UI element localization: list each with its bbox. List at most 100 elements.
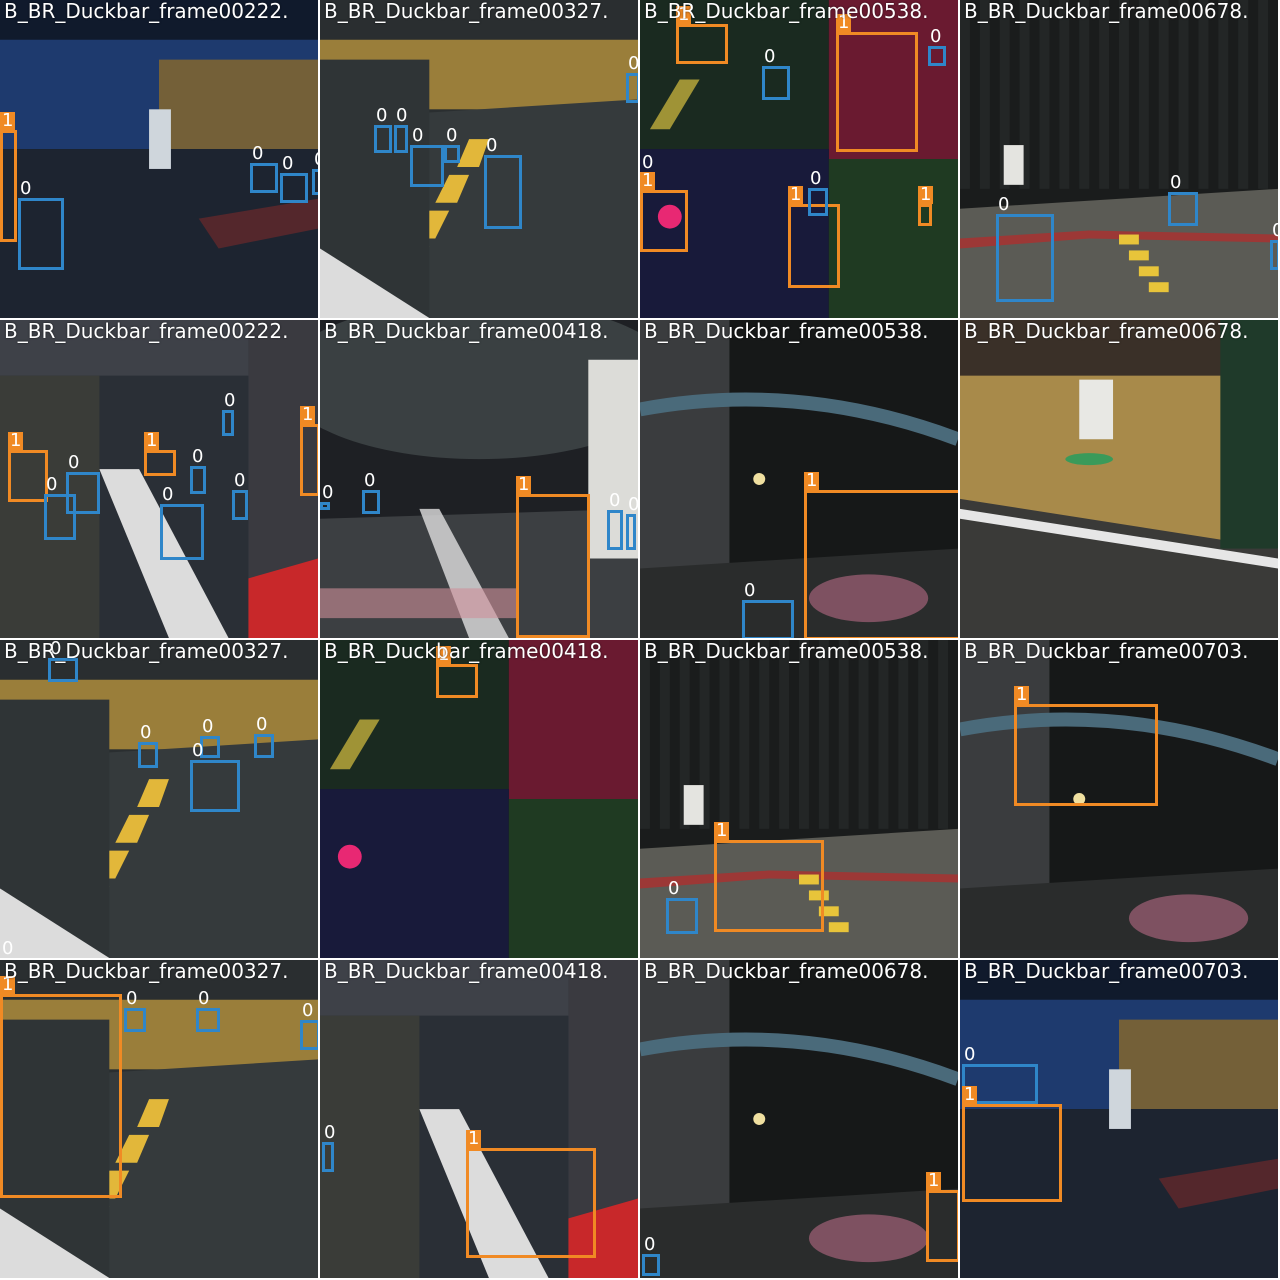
image-tile: B_BR_Duckbar_frame00418.100001000000 (320, 640, 638, 958)
image-tile: B_BR_Duckbar_frame00678. (960, 320, 1278, 638)
bounding-box-class-0 (18, 198, 64, 270)
image-tile: B_BR_Duckbar_frame00678. 1 0 (640, 960, 958, 1278)
bounding-box-class-1 (714, 840, 824, 932)
scene-photo (320, 640, 638, 958)
tile-filename: B_BR_Duckbar_frame00538. (644, 0, 929, 23)
image-tile: B_BR_Duckbar_frame00418. 0 1 (320, 960, 638, 1278)
class-label: 0 (964, 1044, 976, 1065)
bounding-box-class-0 (642, 1254, 660, 1276)
bounding-box-class-0 (250, 163, 278, 193)
bounding-box-class-0 (362, 490, 380, 514)
class-label: 0 (256, 714, 268, 735)
bounding-box-class-1 (0, 994, 122, 1198)
bounding-box-class-0 (222, 410, 234, 436)
class-label: 0 (46, 474, 58, 495)
class-label: 1 (0, 110, 16, 131)
bounding-box-class-0 (444, 145, 460, 163)
class-label: 0 (324, 1122, 336, 1143)
bounding-box-class-1 (836, 32, 918, 152)
bounding-box-class-0 (607, 510, 623, 550)
bounding-box-class-0 (996, 214, 1054, 302)
class-label: 1 (516, 474, 532, 495)
tile-filename: B_BR_Duckbar_frame00327. (4, 960, 289, 983)
scene-photo (320, 0, 638, 318)
bounding-box-class-0 (394, 125, 408, 153)
class-label: 0 (192, 740, 204, 761)
class-label: 0 (312, 151, 318, 169)
tile-filename: B_BR_Duckbar_frame00678. (964, 0, 1249, 23)
bounding-box-class-0 (320, 502, 330, 510)
bounding-box-class-1 (300, 424, 318, 496)
bounding-box-class-0 (66, 472, 100, 514)
bounding-box-class-1 (436, 664, 478, 698)
bounding-box-class-0 (626, 514, 636, 550)
class-label: 1 (714, 820, 730, 841)
class-label: 0 (302, 1000, 314, 1021)
class-label: 0 (126, 988, 138, 1009)
class-label: 0 (140, 722, 152, 743)
bounding-box-class-1 (926, 1190, 958, 1262)
bounding-box-class-0 (742, 600, 794, 638)
tile-filename: B_BR_Duckbar_frame00327. (4, 640, 289, 663)
bounding-box-class-1 (804, 490, 958, 638)
image-tile: B_BR_Duckbar_frame00327. 0 0 0 0 0 0 (320, 0, 638, 318)
scene-photo (640, 960, 958, 1278)
bounding-box-class-0 (160, 504, 204, 560)
tile-filename: B_BR_Duckbar_frame00538. (644, 640, 929, 663)
bounding-box-class-1 (8, 450, 48, 502)
class-label: 0 (744, 580, 756, 601)
class-label: 1 (466, 1128, 482, 1149)
class-label: 0 (628, 494, 638, 515)
image-tile: B_BR_Duckbar_frame00418. 0 0 1 0 0 (320, 320, 638, 638)
bounding-box-class-1 (144, 450, 176, 476)
bounding-box-class-0 (312, 169, 318, 195)
class-label: 1 (1014, 684, 1030, 705)
bounding-box-class-1 (962, 1104, 1062, 1202)
class-label: 0 (252, 143, 264, 164)
tile-filename: B_BR_Duckbar_frame00418. (324, 640, 609, 663)
image-tile: B_BR_Duckbar_frame00222.10000 (0, 0, 318, 318)
class-label: 1 (8, 430, 24, 451)
bounding-box-class-1 (676, 24, 728, 64)
class-label: 0 (198, 988, 210, 1009)
bounding-box-class-0 (190, 760, 240, 812)
class-label: 0 (322, 482, 334, 503)
bounding-box-class-1 (788, 204, 840, 288)
scene-photo (960, 320, 1278, 638)
bounding-box-class-0 (300, 1020, 318, 1050)
tile-filename: B_BR_Duckbar_frame00538. (644, 320, 929, 343)
class-label: 0 (764, 46, 776, 67)
class-label: 0 (376, 105, 388, 126)
class-label: 0 (998, 194, 1010, 215)
tile-filename: B_BR_Duckbar_frame00418. (324, 960, 609, 983)
class-label: 1 (300, 404, 316, 425)
bounding-box-class-1 (1014, 704, 1158, 806)
class-label: 0 (192, 446, 204, 467)
bounding-box-class-0 (1270, 240, 1278, 270)
bounding-box-class-0 (374, 125, 392, 153)
class-label: 0 (486, 135, 498, 156)
class-label: 1 (640, 170, 656, 191)
class-label: 1 (144, 430, 160, 451)
bounding-box-class-1 (0, 130, 17, 242)
bounding-box-class-0 (1168, 192, 1198, 226)
bounding-box-class-0 (928, 46, 946, 66)
tile-filename: B_BR_Duckbar_frame00222. (4, 320, 289, 343)
class-label: 0 (68, 452, 80, 473)
bounding-box-class-0 (254, 734, 274, 758)
class-label: 0 (282, 153, 294, 174)
image-tile: B_BR_Duckbar_frame00327. 1 0 0 0 (0, 960, 318, 1278)
image-tile: B_BR_Duckbar_frame00703.0100 (960, 960, 1278, 1278)
class-label: 0 (1272, 220, 1278, 241)
tile-filename: B_BR_Duckbar_frame00678. (964, 320, 1249, 343)
image-tile: B_BR_Duckbar_frame00703.1000000 (960, 640, 1278, 958)
class-label: 0 (20, 178, 32, 199)
class-label: 0 (668, 878, 680, 899)
class-label: 1 (962, 1084, 978, 1105)
class-label: 0 (412, 125, 424, 146)
class-label: 0 (162, 484, 174, 505)
bounding-box-class-0 (762, 66, 790, 100)
tile-filename: B_BR_Duckbar_frame00222. (4, 0, 289, 23)
class-label: 0 (810, 168, 822, 189)
bounding-box-class-0 (666, 898, 698, 934)
